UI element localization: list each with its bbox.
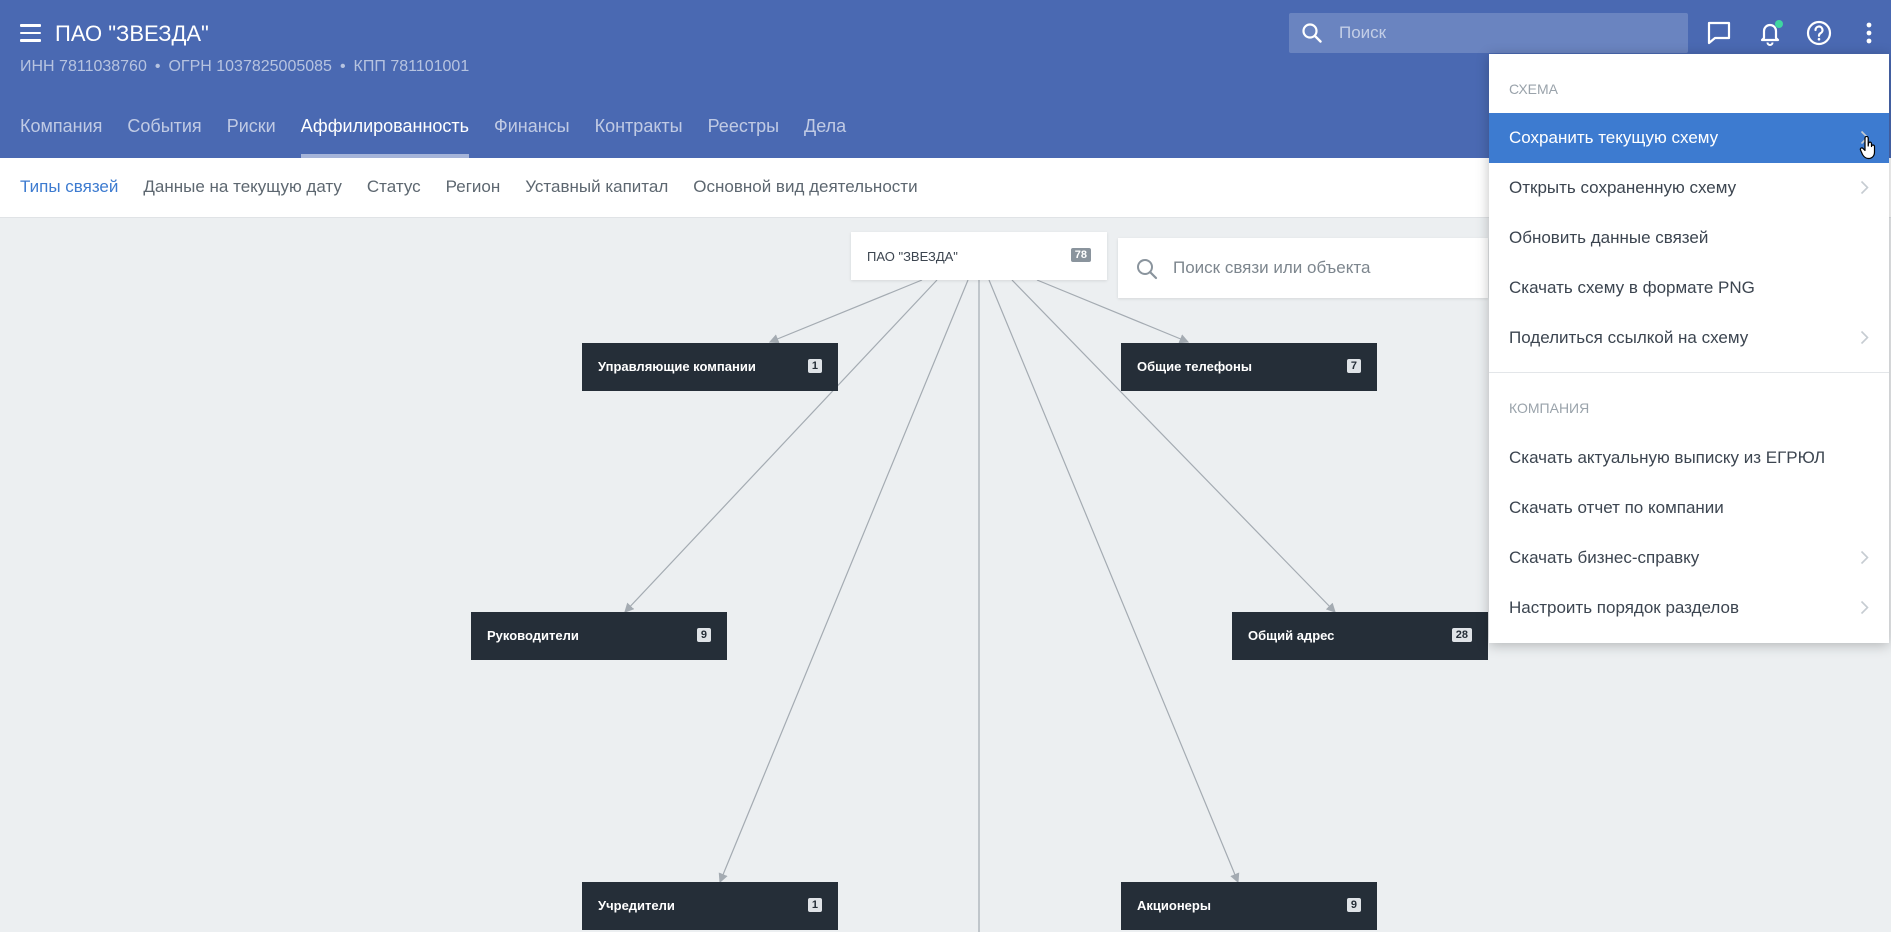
subtab-region[interactable]: Регион xyxy=(446,177,501,197)
tab-registries[interactable]: Реестры xyxy=(708,116,779,158)
node-founders[interactable]: Учредители 1 xyxy=(582,882,838,930)
root-node-label: ПАО "ЗВЕЗДА" xyxy=(867,249,958,264)
search-icon xyxy=(1302,23,1322,43)
node-label: Общий адрес xyxy=(1248,628,1335,643)
menu-divider xyxy=(1489,372,1889,373)
subtab-link-types[interactable]: Типы связей xyxy=(20,177,118,197)
inn-value: ИНН 7811038760 xyxy=(20,58,147,75)
menu-item-label: Скачать актуальную выписку из ЕГРЮЛ xyxy=(1509,448,1826,467)
node-managers[interactable]: Руководители 9 xyxy=(471,612,727,660)
global-search[interactable] xyxy=(1289,13,1688,53)
node-label: Учредители xyxy=(598,898,675,913)
menu-item-download-png[interactable]: Скачать схему в формате PNG xyxy=(1489,263,1889,313)
menu-item-section-order[interactable]: Настроить порядок разделов xyxy=(1489,583,1889,633)
root-node[interactable]: ПАО "ЗВЕЗДА" 78 xyxy=(851,232,1107,280)
tab-contracts[interactable]: Контракты xyxy=(595,116,683,158)
company-title: ПАО "ЗВЕЗДА" xyxy=(55,21,209,46)
global-search-input[interactable] xyxy=(1339,13,1669,53)
menu-item-download-egrul[interactable]: Скачать актуальную выписку из ЕГРЮЛ xyxy=(1489,433,1889,483)
chevron-right-icon xyxy=(1860,550,1869,565)
menu-item-label: Скачать отчет по компании xyxy=(1509,498,1724,517)
tab-affiliation[interactable]: Аффилированность xyxy=(300,116,470,158)
node-label: Общие телефоны xyxy=(1137,359,1252,374)
node-managing-companies[interactable]: Управляющие компании 1 xyxy=(582,343,838,391)
menu-item-label: Открыть сохраненную схему xyxy=(1509,178,1737,197)
node-count: 9 xyxy=(1346,898,1361,912)
menu-item-label: Настроить порядок разделов xyxy=(1509,598,1739,617)
help-icon[interactable] xyxy=(1804,18,1834,48)
node-count: 9 xyxy=(696,628,711,642)
menu-item-label: Поделиться ссылкой на схему xyxy=(1509,328,1749,347)
main-tabs: Компания События Риски Аффилированность … xyxy=(20,116,871,158)
tab-events[interactable]: События xyxy=(127,116,201,158)
graph-search-input[interactable] xyxy=(1173,238,1473,298)
node-shared-phones[interactable]: Общие телефоны 7 xyxy=(1121,343,1377,391)
menu-item-share-link[interactable]: Поделиться ссылкой на схему xyxy=(1489,313,1889,363)
chevron-right-icon xyxy=(1860,180,1869,195)
menu-item-business-reference[interactable]: Скачать бизнес-справку xyxy=(1489,533,1889,583)
hand-cursor-icon xyxy=(1859,136,1876,160)
node-count: 7 xyxy=(1346,359,1361,373)
node-count: 1 xyxy=(807,359,822,373)
menu-item-label: Скачать схему в формате PNG xyxy=(1509,278,1755,297)
subtab-activity[interactable]: Основной вид деятельности xyxy=(693,177,917,197)
tab-cases[interactable]: Дела xyxy=(804,116,846,158)
subtab-status[interactable]: Статус xyxy=(367,177,421,197)
chat-icon[interactable] xyxy=(1704,18,1734,48)
menu-item-download-report[interactable]: Скачать отчет по компании xyxy=(1489,483,1889,533)
node-count: 1 xyxy=(807,898,822,912)
node-label: Руководители xyxy=(487,628,579,643)
chevron-right-icon xyxy=(1860,600,1869,615)
node-count: 28 xyxy=(1451,628,1472,642)
menu-item-open-scheme[interactable]: Открыть сохраненную схему xyxy=(1489,163,1889,213)
subtab-capital[interactable]: Уставный капитал xyxy=(525,177,668,197)
notification-dot xyxy=(1775,20,1783,28)
tab-risks[interactable]: Риски xyxy=(227,116,276,158)
tab-company[interactable]: Компания xyxy=(20,116,102,158)
menu-section-scheme: СХЕМА xyxy=(1509,81,1558,97)
company-identifiers: ИНН 7811038760 • ОГРН 1037825005085 • КПП 78… xyxy=(20,58,470,75)
graph-search[interactable] xyxy=(1118,238,1488,298)
menu-item-label: Сохранить текущую схему xyxy=(1509,128,1719,147)
context-menu: СХЕМА Сохранить текущую схему Открыть со… xyxy=(1489,54,1889,643)
subtab-current-date[interactable]: Данные на текущую дату xyxy=(143,177,342,197)
menu-item-label: Скачать бизнес-справку xyxy=(1509,548,1700,567)
bell-icon[interactable] xyxy=(1755,18,1785,48)
node-shareholders[interactable]: Акционеры 9 xyxy=(1121,882,1377,930)
ogrn-value: ОГРН 1037825005085 xyxy=(168,58,332,75)
chevron-right-icon xyxy=(1860,330,1869,345)
menu-section-company: КОМПАНИЯ xyxy=(1509,400,1590,416)
menu-item-refresh-links[interactable]: Обновить данные связей xyxy=(1489,213,1889,263)
tab-finance[interactable]: Финансы xyxy=(494,116,570,158)
menu-item-save-scheme[interactable]: Сохранить текущую схему xyxy=(1489,113,1889,163)
menu-icon[interactable] xyxy=(20,24,41,42)
node-label: Управляющие компании xyxy=(598,359,756,374)
search-icon xyxy=(1137,259,1158,280)
root-node-count: 78 xyxy=(1070,248,1091,262)
kpp-value: КПП 781101001 xyxy=(353,58,470,75)
menu-item-label: Обновить данные связей xyxy=(1509,228,1709,247)
node-shared-address[interactable]: Общий адрес 28 xyxy=(1232,612,1488,660)
more-vertical-icon[interactable] xyxy=(1854,18,1884,48)
node-label: Акционеры xyxy=(1137,898,1211,913)
